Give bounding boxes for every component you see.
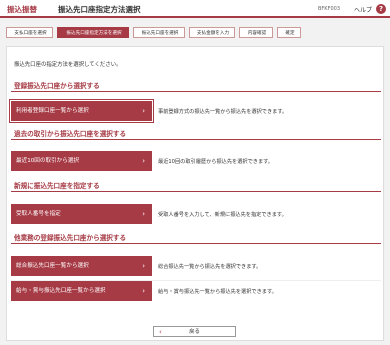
item-description: 事前登録方式の振込先一覧から振込先を選択できます。 <box>158 109 288 115</box>
section-title-history: 過去の取引から振込先口座を選択する <box>11 128 381 140</box>
item-description: 給与・賞与振込先一覧から振込先を選択できます。 <box>158 289 277 295</box>
item-description: 受取人番号を入力して、新規に振込先を指定できます。 <box>158 212 287 218</box>
help-link[interactable]: ヘルプ <box>354 5 372 14</box>
back-button[interactable]: ‹ 戻る <box>153 326 236 337</box>
button-label: 利用者登録口座一覧から選択 <box>16 108 89 114</box>
chevron-right-icon: › <box>142 287 145 295</box>
recipient-number-button[interactable]: 受取人番号を指定 › <box>11 204 152 224</box>
step-5: 内容確認 <box>239 27 273 38</box>
back-label: 戻る <box>189 329 200 335</box>
button-label: 給与・賞与振込先口座一覧から選択 <box>16 288 106 294</box>
chevron-right-icon: › <box>142 107 145 115</box>
registered-account-list-button[interactable]: 利用者登録口座一覧から選択 › <box>9 99 154 123</box>
main-panel: 振込先口座の指定方法を選択してください。 登録振込先口座から選択する 利用者登録… <box>6 46 384 341</box>
bulk-transfer-list-button[interactable]: 総合振込先口座一覧から選択 › <box>11 256 152 276</box>
page-title: 振込先口座指定方法選択 <box>58 5 141 14</box>
step-3: 振込先口座を選択 <box>133 27 185 38</box>
recent-transactions-button[interactable]: 最近10回の取引から選択 › <box>11 151 152 171</box>
section-title-other-service: 他業務の登録振込先口座から選択する <box>11 232 381 244</box>
button-label: 総合振込先口座一覧から選択 <box>16 263 89 269</box>
header-category: 振込振替 <box>7 5 37 14</box>
step-4: 支払金額を入力 <box>189 27 235 38</box>
screen-code: BFKF003 <box>318 6 341 12</box>
chevron-left-icon: ‹ <box>159 328 162 336</box>
section-title-new: 新規に振込先口座を指定する <box>11 180 381 192</box>
chevron-right-icon: › <box>142 262 145 270</box>
section-title-registered: 登録振込先口座から選択する <box>11 80 381 92</box>
help-icon[interactable]: ? <box>376 4 386 14</box>
salary-transfer-list-button[interactable]: 給与・賞与振込先口座一覧から選択 › <box>11 281 152 301</box>
button-label: 最近10回の取引から選択 <box>16 158 80 164</box>
chevron-right-icon: › <box>142 157 145 165</box>
step-6: 確定 <box>277 27 301 38</box>
button-label: 受取人番号を指定 <box>16 211 61 217</box>
step-2-current: 振込先口座指定方法を選択 <box>57 27 129 38</box>
item-description: 総合振込先一覧から振込先を選択できます。 <box>158 264 262 270</box>
intro-text: 振込先口座の指定方法を選択してください。 <box>14 62 122 68</box>
item-description: 最近10回の取引履歴から振込先を選択できます。 <box>158 159 274 165</box>
app-header: 振込振替 振込先口座指定方法選択 BFKF003 ヘルプ ? <box>0 0 390 18</box>
chevron-right-icon: › <box>142 210 145 218</box>
step-1: 支払口座を選択 <box>6 27 53 38</box>
